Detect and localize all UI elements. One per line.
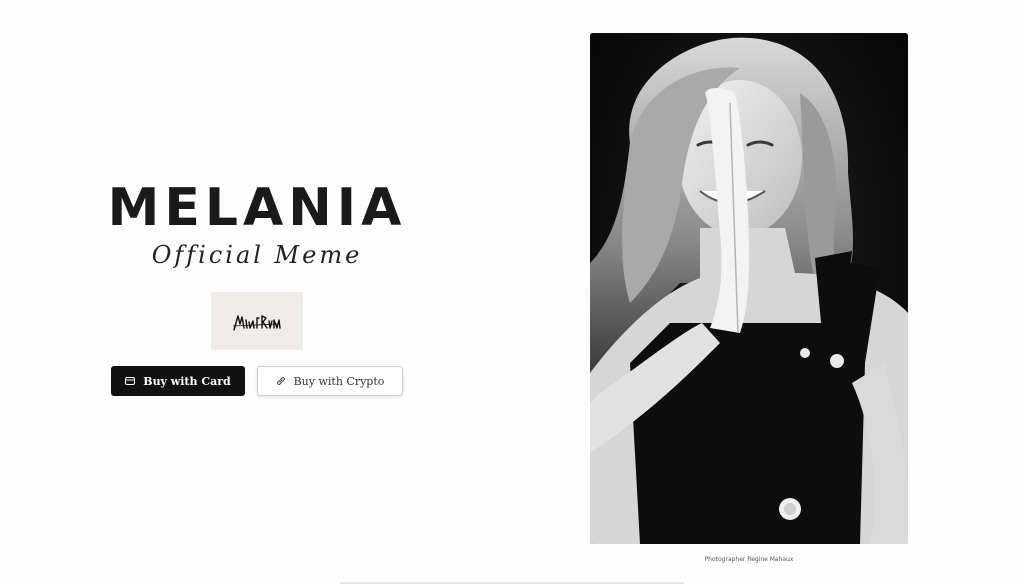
signature-drawing [232, 315, 281, 331]
hero-text-column: MELANIA Official Meme Buy with Card Buy … [104, 178, 410, 396]
brand-subtitle: Official Meme [151, 241, 363, 269]
brand-title: MELANIA [107, 178, 407, 238]
signature-image [211, 292, 303, 350]
credit-card-icon [125, 377, 136, 385]
photo-caption: Photographer Regine Mahaux [704, 556, 794, 563]
landing-page: MELANIA Official Meme Buy with Card Buy … [0, 0, 1024, 584]
buy-buttons: Buy with Card Buy with Crypto [104, 366, 410, 396]
buy-with-card-button[interactable]: Buy with Card [111, 366, 245, 396]
link-icon [276, 376, 286, 386]
buy-with-card-label: Buy with Card [143, 374, 231, 388]
buy-with-crypto-label: Buy with Crypto [293, 374, 385, 388]
portrait-illustration [590, 33, 908, 544]
portrait-photo [590, 33, 908, 544]
buy-with-crypto-button[interactable]: Buy with Crypto [257, 366, 403, 396]
